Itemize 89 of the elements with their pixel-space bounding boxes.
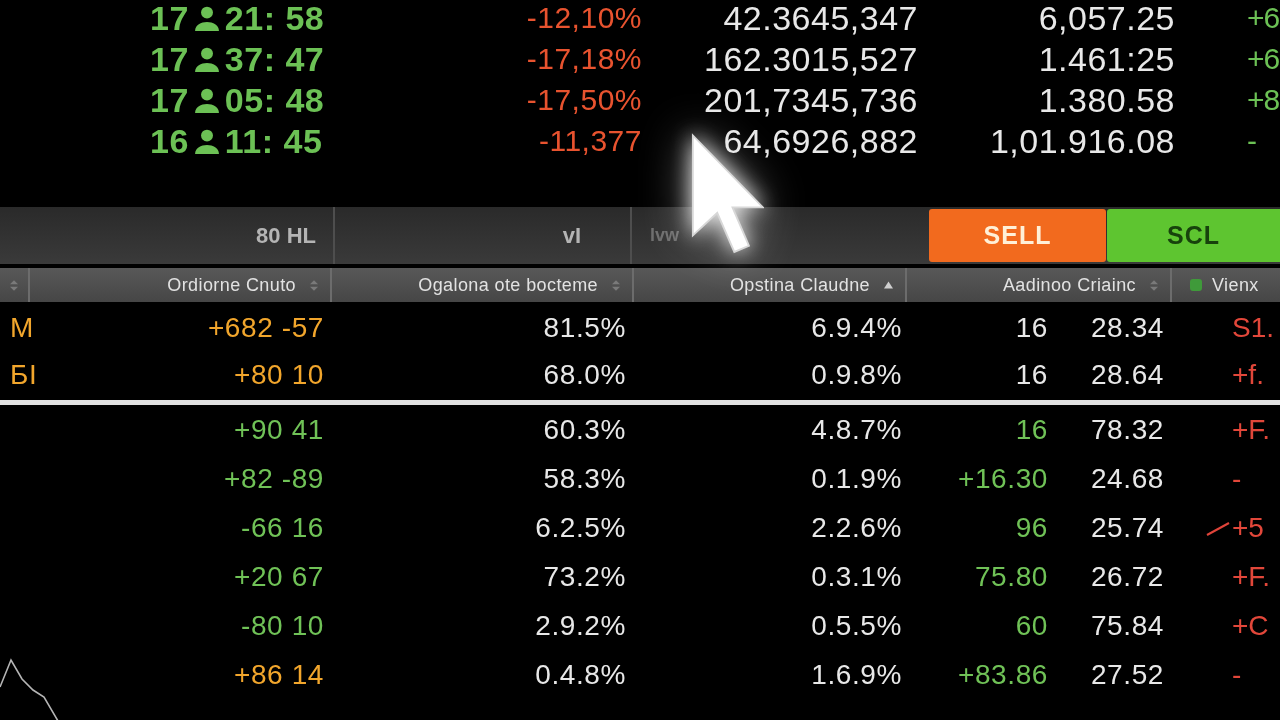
table-cell: - [1232,463,1242,494]
price-value: 1,01.916.08 [989,125,1175,156]
price-value: 1.380.58 [1038,84,1175,115]
table-cell: 28.34 [1090,312,1164,343]
table-cell: +f. [1232,359,1264,390]
table-cell: 24.68 [1090,463,1164,494]
change-value: +6 [1247,2,1280,33]
percent-change: -17,50% [526,84,642,115]
table-cell: +F. [1232,414,1271,445]
table-cell: 75.84 [1090,610,1164,641]
table-cell: 0.5.5% [811,610,902,641]
toolbar-label: lvw [650,225,679,246]
person-icon [193,45,220,72]
clock-text: 05: 48 [224,84,325,115]
table-cell: 16 [1015,414,1048,445]
price-value: 6,057.25 [1038,2,1175,33]
action-button[interactable]: SCL [1107,209,1280,262]
table-cell: +5 [1232,512,1264,543]
sort-icon [10,279,18,291]
table-cell: 1.6.9% [811,659,902,690]
table-cell: +20 67 [233,561,324,592]
clock-text: 37: 47 [224,43,325,74]
table-cell: S1. [1232,312,1275,343]
volume-value: 42.3645,347 [723,2,918,33]
toolbar-label: 80 HL [256,222,316,249]
table-cell: 75.80 [974,561,1048,592]
volume-value: 162.3015,527 [704,43,918,74]
clock-text: 21: 58 [224,2,325,33]
column-header[interactable]: Ogalona ote bocteme [330,268,632,302]
table-cell: 6.9.4% [811,312,902,343]
table-cell: 16 [1015,312,1048,343]
percent-change: -12,10% [526,2,642,33]
table-cell: 6.2.5% [535,512,626,543]
table-cell: +682 -57 [207,312,324,343]
column-header[interactable]: Vienx [1170,268,1280,302]
table-cell: +F. [1232,561,1271,592]
table-cell: 2.2.6% [811,512,902,543]
table-cell: БI [10,359,38,390]
table-cell: -80 10 [241,610,324,641]
percent-change: -17,18% [526,43,642,74]
column-header[interactable]: Ordiorne Cnuto [28,268,330,302]
toolbar-label: vI [562,222,581,249]
table-cell: 60 [1015,610,1048,641]
percent-change: -11,377 [538,125,642,156]
table-cell: +80 10 [233,359,324,390]
person-icon [193,127,220,154]
table-cell: 0.9.8% [811,359,902,390]
table-cell: 0.1.9% [811,463,902,494]
volume-value: 201,7345,736 [704,84,918,115]
table-cell: +90 41 [233,414,324,445]
hour-text: 17 [150,43,189,74]
table-cell: +16.30 [957,463,1048,494]
table-cell: - [1232,659,1242,690]
table-cell: 68.0% [543,359,626,390]
table-cell: 26.72 [1090,561,1164,592]
column-header[interactable]: Opstina Claudne [632,268,905,302]
volume-value: 64,6926,882 [723,125,918,156]
person-icon [193,4,220,31]
change-value: +6 [1247,43,1280,74]
table-cell: 60.3% [543,414,626,445]
table-cell: 78.32 [1090,414,1164,445]
sparkline [0,657,60,720]
table-cell: +86 14 [233,659,324,690]
person-icon [193,86,220,113]
table-cell: +82 -89 [224,463,324,494]
hour-text: 17 [150,2,189,33]
table-cell: 25.74 [1090,512,1164,543]
hour-text: 16 [150,125,189,156]
table-cell: 0.4.8% [535,659,626,690]
table-cell: -66 16 [241,512,324,543]
table-cell: 58.3% [543,463,626,494]
table-cell: 28.64 [1090,359,1164,390]
table-cell: +83.86 [957,659,1048,690]
table-cell: M [10,312,34,343]
clock-text: 11: 45 [224,125,323,156]
table-cell: 27.52 [1090,659,1164,690]
table-cell: 4.8.7% [811,414,902,445]
column-header[interactable]: Aadinoo Criainc [905,268,1170,302]
change-value: +8 [1247,84,1280,115]
table-cell: 0.3.1% [811,561,902,592]
table-cell: 2.9.2% [535,610,626,641]
hour-text: 17 [150,84,189,115]
table-cell: 73.2% [543,561,626,592]
change-value: - [1247,125,1256,156]
table-cell: 96 [1015,512,1048,543]
table-cell: 81.5% [543,312,626,343]
table-cell: +C [1232,610,1269,641]
price-value: 1.461:25 [1038,43,1175,74]
table-cell: 16 [1015,359,1048,390]
